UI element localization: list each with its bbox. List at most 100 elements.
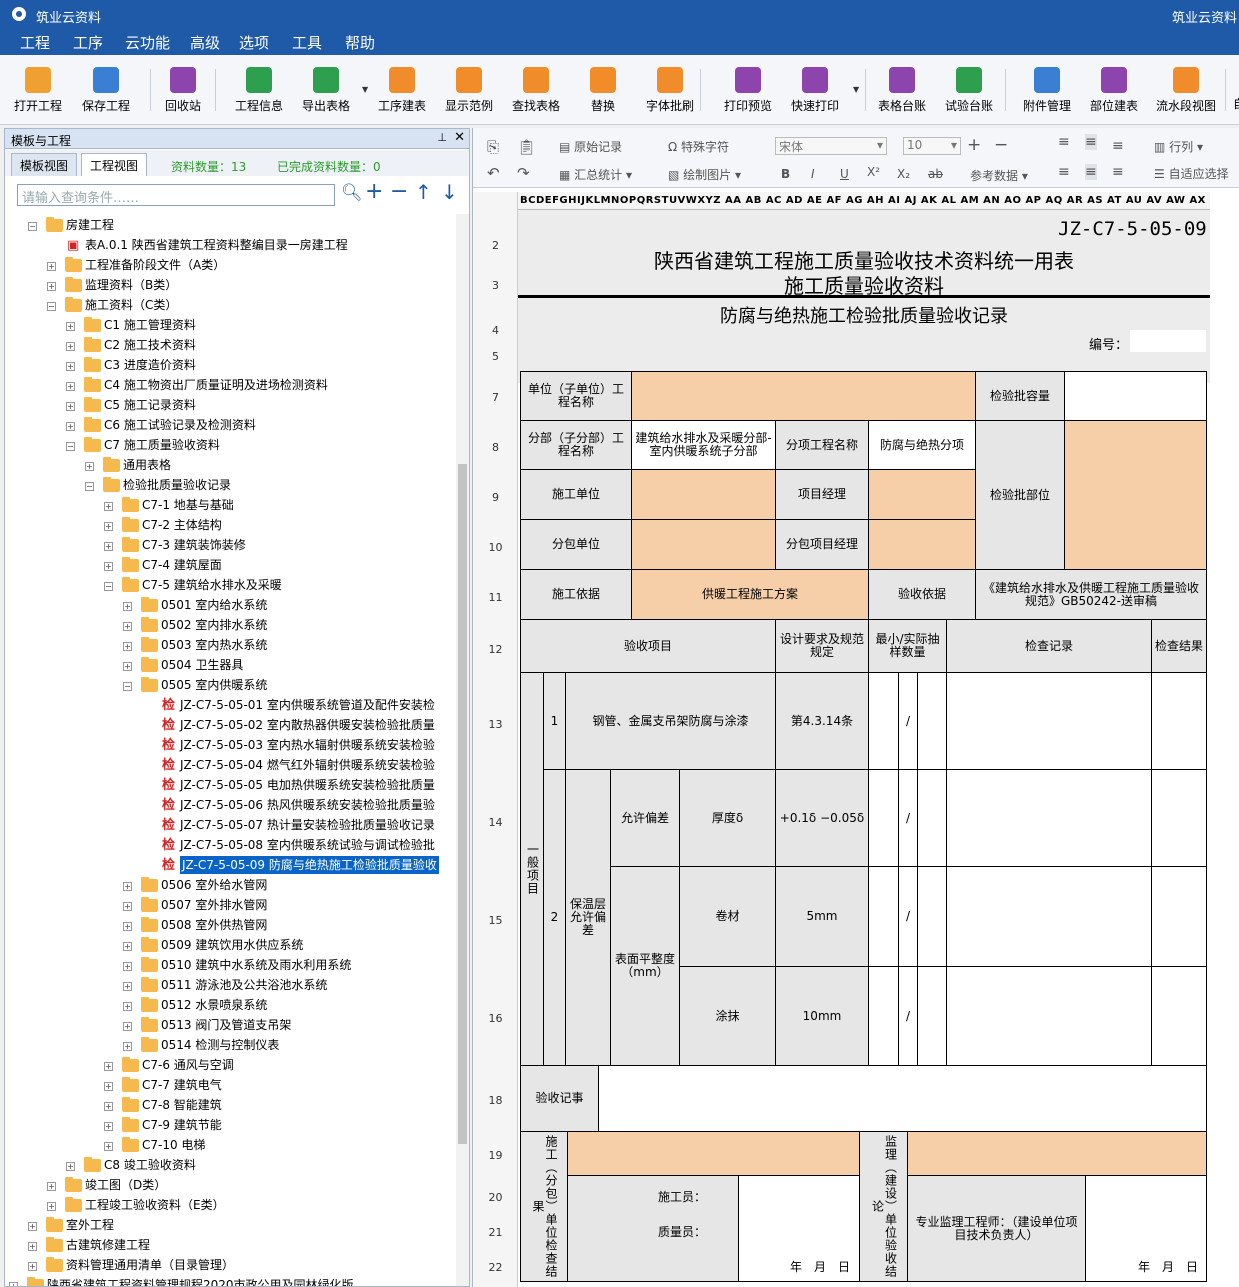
- expand-icon[interactable]: +: [9, 1282, 18, 1286]
- menu-item-cloud[interactable]: 云功能: [125, 32, 170, 53]
- row2-paint-record[interactable]: [946, 966, 1152, 1066]
- menu-item-tools[interactable]: 工具: [292, 32, 322, 53]
- tree-item[interactable]: +0504 卫生器具: [5, 656, 455, 676]
- expand-icon[interactable]: +: [123, 1002, 132, 1011]
- expand-icon[interactable]: +: [66, 402, 75, 411]
- paste-icon[interactable]: 📋︎: [517, 138, 536, 156]
- tree-item[interactable]: + 陕西省建筑工程资料管理规程2020市政公用及园林绿化版: [5, 1276, 455, 1286]
- tree-item[interactable]: − C7 施工质量验收资料: [5, 436, 455, 456]
- strikethrough-button[interactable]: ab: [928, 167, 943, 181]
- row2-roll-result[interactable]: [1151, 866, 1207, 967]
- expand-icon[interactable]: +: [104, 542, 113, 551]
- undo-icon[interactable]: ↶: [487, 164, 500, 182]
- toolbar-button-layers[interactable]: 工序建表: [372, 67, 432, 114]
- collapse-icon[interactable]: −: [28, 222, 37, 231]
- remove-icon[interactable]: −: [390, 179, 408, 204]
- expand-icon[interactable]: +: [66, 382, 75, 391]
- expand-icon[interactable]: +: [104, 1142, 113, 1151]
- align-right-icon[interactable]: ≡: [1112, 164, 1124, 180]
- menu-item-advanced[interactable]: 高级: [190, 32, 220, 53]
- align-left-icon[interactable]: ≡: [1058, 164, 1070, 180]
- expand-icon[interactable]: +: [123, 642, 132, 651]
- search-icon[interactable]: 🔍︎: [341, 183, 363, 203]
- font-size-select[interactable]: 10 ▾: [903, 137, 961, 155]
- tree-item[interactable]: 检 JZ-C7-5-05-02 室内散热器供暖安装检验批质量: [5, 716, 455, 736]
- expand-icon[interactable]: +: [123, 962, 132, 971]
- row2-result[interactable]: [1151, 769, 1207, 867]
- toolbar-button-example[interactable]: 显示范例: [439, 67, 499, 114]
- toolbar-button-grid[interactable]: 部位建表: [1084, 67, 1144, 114]
- tree-item[interactable]: + C2 施工技术资料: [5, 336, 455, 356]
- font-increase-icon[interactable]: +: [967, 135, 981, 155]
- project-manager-field[interactable]: [868, 469, 976, 520]
- subcontract-unit-field[interactable]: [631, 519, 776, 570]
- tree-item[interactable]: 检 JZ-C7-5-05-07 热计量安装检验批质量验收记录: [5, 816, 455, 836]
- tree-item[interactable]: +0502 室内排水系统: [5, 616, 455, 636]
- tree-item[interactable]: + C8 竣工验收资料: [5, 1156, 455, 1176]
- draw-image-button[interactable]: ▧ 绘制图片 ▾: [668, 166, 741, 183]
- expand-icon[interactable]: +: [28, 1262, 37, 1271]
- tree-item[interactable]: − C7-5 建筑给水排水及采暖: [5, 576, 455, 596]
- tree-item[interactable]: + C7-3 建筑装饰装修: [5, 536, 455, 556]
- tree-item[interactable]: 检 JZ-C7-5-05-01 室内供暖系统管道及配件安装检: [5, 696, 455, 716]
- tree-item[interactable]: +0513 阀门及管道支吊架: [5, 1016, 455, 1036]
- number-input[interactable]: [1130, 330, 1206, 352]
- expand-icon[interactable]: +: [104, 562, 113, 571]
- close-icon[interactable]: ✕: [454, 130, 465, 145]
- toolbar-button-save[interactable]: 保存工程: [76, 67, 136, 114]
- construction-unit-field[interactable]: [631, 469, 776, 520]
- toolbar-button-flow[interactable]: 流水段视图: [1156, 67, 1216, 114]
- tree-item[interactable]: + C7-7 建筑电气: [5, 1076, 455, 1096]
- tree-item[interactable]: + 监理资料（B类）: [5, 276, 455, 296]
- tree-item[interactable]: +0509 建筑饮用水供应系统: [5, 936, 455, 956]
- tree-item[interactable]: ▣ 表A.0.1 陕西省建筑工程资料整编目录一房建工程: [5, 236, 455, 256]
- expand-icon[interactable]: +: [123, 622, 132, 631]
- align-top-icon[interactable]: ≡: [1058, 134, 1070, 150]
- toolbar-button-test-ledger[interactable]: 试验台账: [939, 67, 999, 114]
- tree-item[interactable]: + C6 施工试验记录及检测资料: [5, 416, 455, 436]
- row2-sample-min[interactable]: [868, 769, 899, 867]
- menu-item-help[interactable]: 帮助: [345, 32, 375, 53]
- scrollbar-thumb[interactable]: [458, 464, 467, 1144]
- add-icon[interactable]: +: [365, 179, 383, 204]
- tree-item[interactable]: +0506 室外给水管网: [5, 876, 455, 896]
- align-bottom-icon[interactable]: ≡: [1112, 138, 1124, 154]
- toolbar-button-search-table[interactable]: 查找表格: [506, 67, 566, 114]
- expand-icon[interactable]: +: [123, 982, 132, 991]
- row1-sample-actual[interactable]: [917, 672, 947, 770]
- tree-item[interactable]: +0511 游泳池及公共浴池水系统: [5, 976, 455, 996]
- expand-icon[interactable]: +: [123, 602, 132, 611]
- row2-paint-sample-min[interactable]: [868, 966, 899, 1066]
- bold-button[interactable]: B: [781, 167, 790, 181]
- reference-data-button[interactable]: 参考数据 ▾: [970, 167, 1028, 184]
- expand-icon[interactable]: +: [47, 262, 56, 271]
- tree-scrollbar[interactable]: [456, 214, 469, 1286]
- expand-icon[interactable]: +: [66, 422, 75, 431]
- special-char-button[interactable]: Ω 特殊字符: [668, 138, 729, 155]
- tree-item[interactable]: +0503 室内热水系统: [5, 636, 455, 656]
- expand-icon[interactable]: +: [104, 1062, 113, 1071]
- row2-roll-sample-min[interactable]: [868, 866, 899, 967]
- expand-icon[interactable]: +: [66, 342, 75, 351]
- auto-fit-button[interactable]: ☰ 自适应选择: [1154, 165, 1229, 182]
- expand-icon[interactable]: +: [85, 462, 94, 471]
- summary-button[interactable]: ▦ 汇总统计 ▾: [559, 166, 632, 183]
- expand-icon[interactable]: +: [104, 1122, 113, 1131]
- toolbar-button-export[interactable]: 导出表格: [296, 67, 356, 114]
- tree-item[interactable]: + 室外工程: [5, 1216, 455, 1236]
- expand-icon[interactable]: +: [47, 1182, 56, 1191]
- toolbar-button-folder-open[interactable]: 打开工程: [8, 67, 68, 114]
- collapse-icon[interactable]: −: [104, 582, 113, 591]
- expand-icon[interactable]: +: [123, 922, 132, 931]
- tab-template-view[interactable]: 模板视图: [11, 153, 78, 176]
- collapse-icon[interactable]: −: [47, 302, 56, 311]
- expand-icon[interactable]: +: [123, 882, 132, 891]
- tree-item[interactable]: − 房建工程: [5, 216, 455, 236]
- tab-project-view[interactable]: 工程视图: [81, 153, 148, 176]
- tree-item[interactable]: + 工程准备阶段文件（A类）: [5, 256, 455, 276]
- collapse-icon[interactable]: −: [85, 482, 94, 491]
- expand-icon[interactable]: +: [104, 502, 113, 511]
- expand-icon[interactable]: +: [66, 322, 75, 331]
- row1-result[interactable]: [1151, 672, 1207, 770]
- batch-capacity-field[interactable]: [1064, 371, 1207, 421]
